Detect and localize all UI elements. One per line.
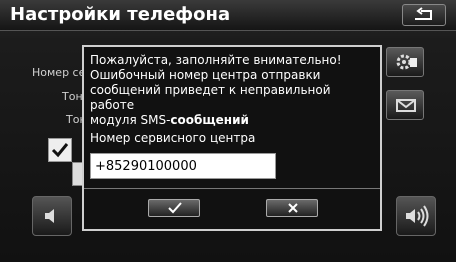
confirm-button[interactable] (148, 199, 200, 217)
warning-message: Пожалуйста, заполняйте внимательно! Ошиб… (90, 53, 375, 128)
message-line-4-prefix: модуля SMS- (90, 113, 171, 127)
message-settings-button[interactable] (386, 90, 424, 120)
bg-row-label-2: Тон (62, 90, 83, 103)
check-icon (168, 202, 182, 214)
back-button[interactable] (402, 4, 446, 26)
back-arrow-icon (415, 7, 432, 20)
dialog-button-bar (84, 188, 380, 229)
cancel-button[interactable] (266, 199, 318, 217)
gear-settings-icon (396, 54, 417, 70)
volume-up-icon (406, 205, 429, 227)
warning-dialog: Пожалуйста, заполняйте внимательно! Ошиб… (82, 45, 382, 231)
checkmark-icon (51, 143, 69, 158)
service-center-number-input[interactable] (90, 153, 276, 179)
message-line-2: Ошибочный номер центра отправки (90, 68, 321, 82)
message-line-4: модуля SMS-сообщений (90, 113, 375, 128)
cross-icon (288, 203, 298, 213)
title-bar: Настройки телефона (0, 0, 456, 31)
message-line-3: сообщений приведет к неправильной работе (90, 83, 331, 112)
page-title: Настройки телефона (10, 4, 231, 25)
volume-down-button[interactable] (32, 196, 72, 236)
volume-up-button[interactable] (396, 196, 436, 236)
message-settings-icon (396, 99, 416, 112)
service-center-label: Номер сервисного центра (90, 131, 256, 145)
message-line-4-bold: сообщений (170, 113, 249, 127)
bg-row-label-1: Номер се (32, 66, 86, 79)
volume-down-icon (45, 209, 54, 223)
bg-checkbox[interactable] (48, 138, 72, 162)
message-line-1: Пожалуйста, заполняйте внимательно! (90, 53, 342, 67)
phone-settings-screen: Настройки телефона Номер се Тон Тон Пожа… (0, 0, 456, 262)
service-settings-button[interactable] (386, 47, 424, 77)
